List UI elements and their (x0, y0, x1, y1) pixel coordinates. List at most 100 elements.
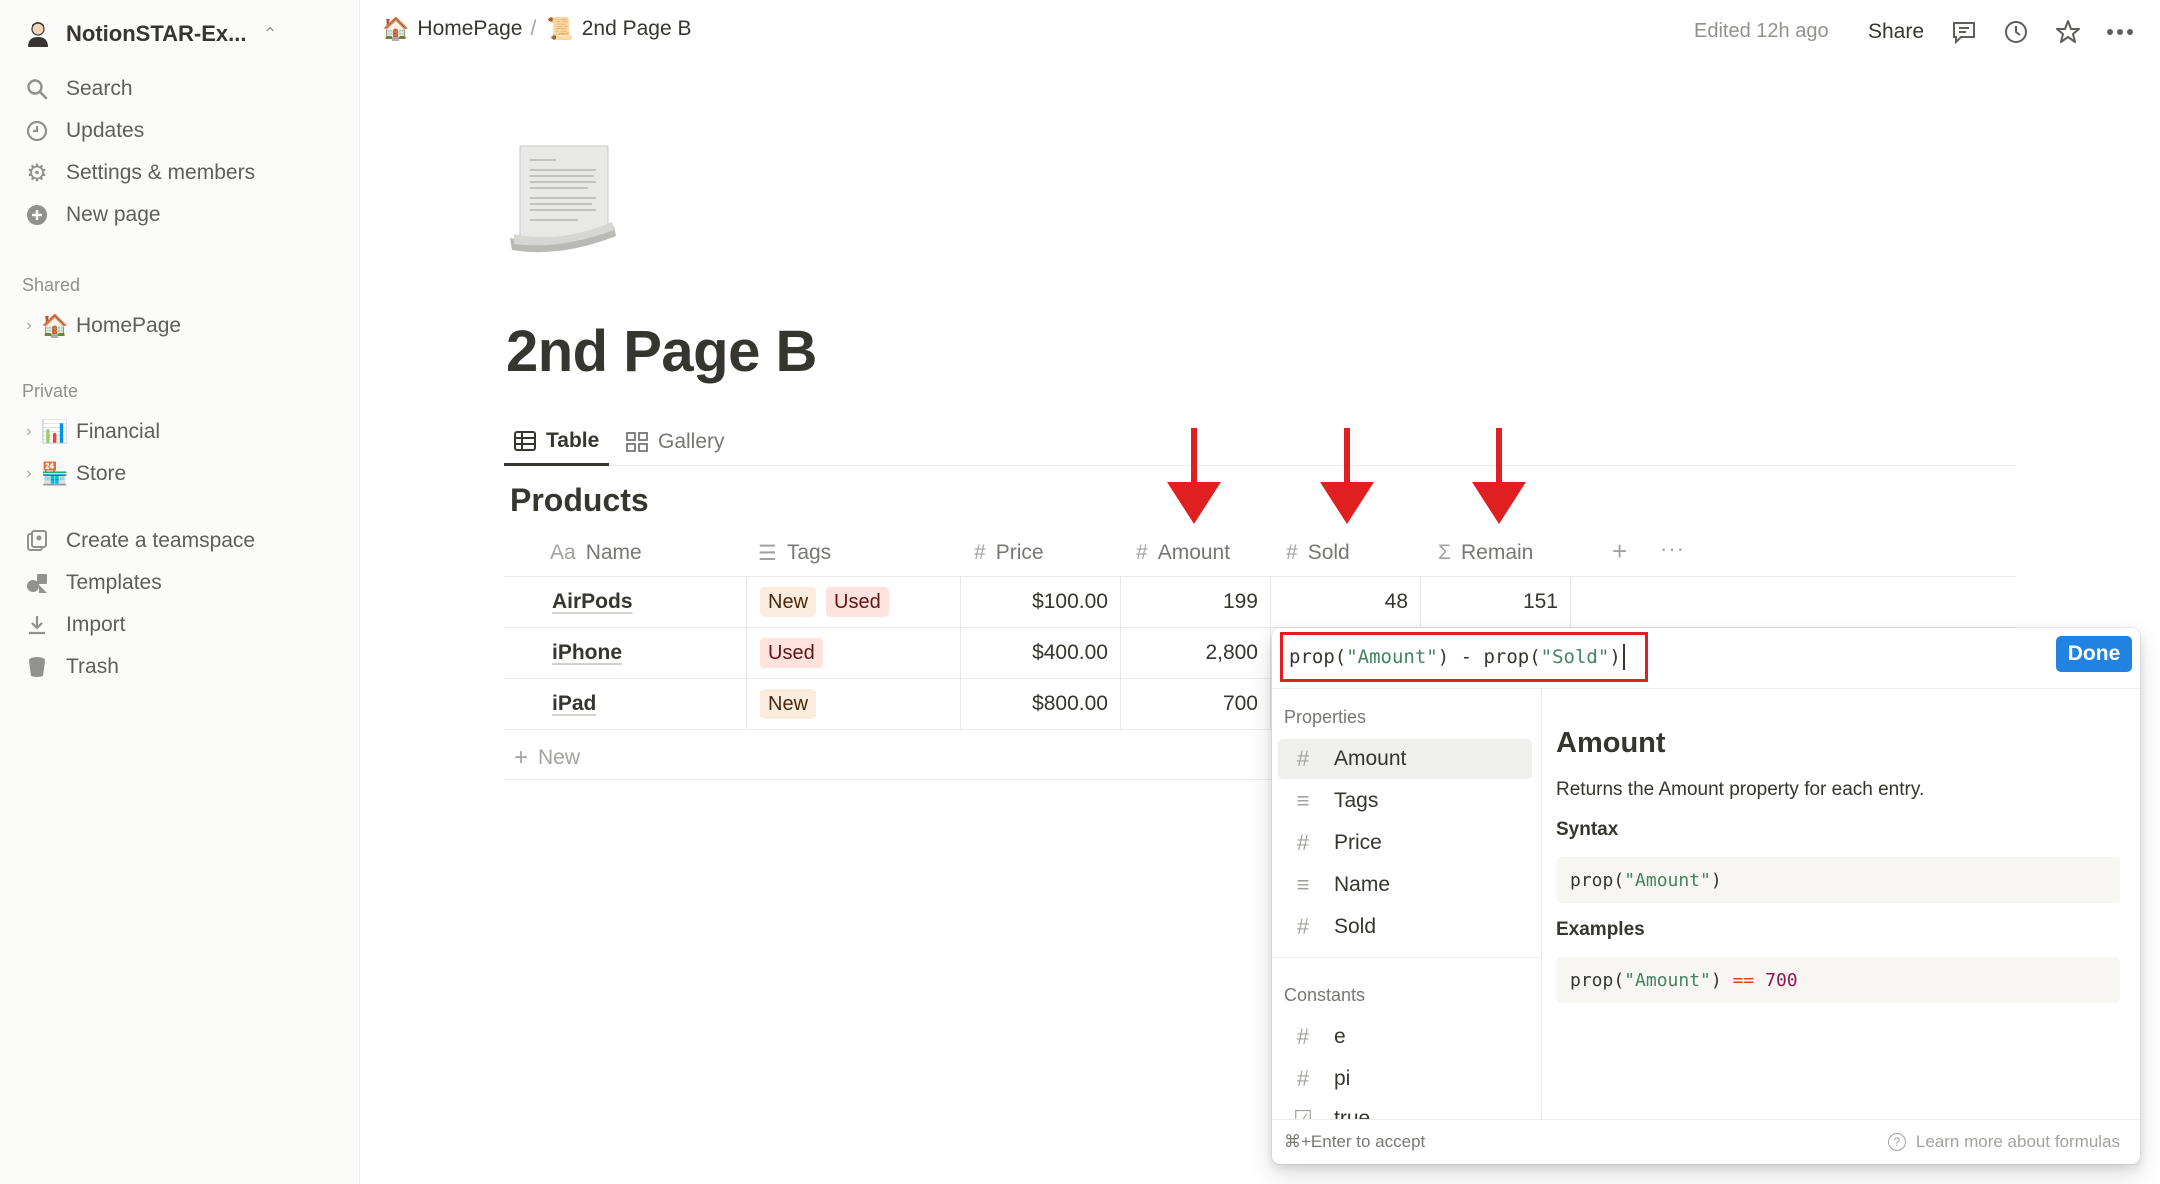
database-title[interactable]: Products (510, 482, 649, 519)
table-cell-name[interactable]: AirPods (552, 577, 633, 627)
sidebar-page-financial[interactable]: › 📊 Financial (18, 412, 160, 452)
chevron-right-icon[interactable]: › (18, 465, 40, 483)
suggestion-amount[interactable]: # Amount (1278, 739, 1532, 779)
column-header-price[interactable]: # Price (974, 530, 1044, 576)
breadcrumb-current-page[interactable]: 2nd Page B (582, 17, 692, 41)
suggestion-label: Price (1334, 831, 1382, 854)
done-button[interactable]: Done (2056, 636, 2132, 672)
chevron-right-icon[interactable]: › (18, 317, 40, 335)
table-cell-price[interactable]: $800.00 (960, 679, 1108, 729)
sidebar-page-homepage[interactable]: › 🏠 HomePage (18, 306, 181, 346)
sidebar-item-label: Create a teamspace (66, 529, 256, 552)
table-cell-tags[interactable]: New Used (760, 577, 899, 627)
tag-new: New (760, 587, 817, 617)
table-icon (514, 430, 536, 451)
sidebar-item-updates[interactable]: Updates (22, 111, 144, 151)
history-clock-icon[interactable] (2000, 16, 2032, 48)
chevron-right-icon[interactable]: › (18, 423, 40, 441)
help-icon: ? (1887, 1133, 1906, 1151)
teamspace-icon (22, 526, 52, 556)
sidebar-item-import[interactable]: Import (22, 605, 126, 645)
tab-table[interactable]: Table (504, 418, 610, 466)
breadcrumb: 🏠 HomePage / 📜 2nd Page B (382, 16, 691, 42)
formula-documentation: Amount Returns the Amount property for e… (1556, 689, 2126, 1119)
tag-new: New (760, 689, 817, 719)
column-header-remain[interactable]: Σ Remain (1438, 530, 1533, 576)
text-lines-icon: ≡ (1296, 872, 1310, 897)
suggestion-sold[interactable]: # Sold (1278, 907, 1532, 947)
workspace-switcher[interactable]: NotionSTAR-Ex... ⌃ (24, 14, 278, 54)
learn-more-label: Learn more about formulas (1915, 1132, 2120, 1151)
sidebar-item-new-page[interactable]: New page (22, 195, 161, 235)
sidebar-item-label: Import (66, 613, 126, 636)
house-icon: 🏠 (382, 16, 410, 41)
add-property-icon[interactable]: + (1612, 536, 1627, 567)
suggestion-true[interactable]: ☑ true (1278, 1099, 1532, 1119)
comment-icon[interactable] (1948, 16, 1980, 48)
formula-input[interactable]: prop("Amount") - prop("Sold") (1280, 632, 1648, 682)
doc-description: Returns the Amount property for each ent… (1556, 779, 1925, 800)
column-header-tags[interactable]: ☰ Tags (758, 530, 831, 576)
sidebar-item-trash[interactable]: Trash (22, 647, 119, 687)
page-title[interactable]: 2nd Page B (506, 318, 817, 385)
table-cell-amount[interactable]: 199 (1120, 577, 1258, 627)
table-cell-price[interactable]: $100.00 (960, 577, 1108, 627)
suggestion-name[interactable]: ≡ Name (1278, 865, 1532, 905)
table-cell-name[interactable]: iPad (552, 679, 596, 729)
sidebar-item-search[interactable]: Search (22, 69, 133, 109)
formula-token: prop( (1289, 646, 1347, 668)
add-row-button[interactable]: + New (514, 738, 580, 778)
more-options-icon[interactable]: ··· (1660, 536, 1685, 562)
constants-header: Constants (1284, 985, 1366, 1005)
column-header-sold[interactable]: # Sold (1286, 530, 1350, 576)
shared-section-header: Shared (22, 275, 81, 295)
column-header-name[interactable]: Aa Name (550, 530, 642, 576)
code-number: 700 (1754, 969, 1798, 991)
table-cell-name[interactable]: iPhone (552, 628, 622, 678)
suggestion-pi[interactable]: # pi (1278, 1059, 1532, 1099)
column-label: Sold (1307, 541, 1350, 564)
table-cell-sold[interactable]: 48 (1270, 577, 1408, 627)
table-cell-amount[interactable]: 2,800 (1120, 628, 1258, 678)
download-icon (22, 610, 52, 640)
annotation-arrow-down-icon (1472, 428, 1526, 524)
column-label: Price (995, 541, 1044, 564)
number-icon: # (974, 541, 986, 564)
plus-icon: + (514, 744, 529, 771)
column-label: Tags (786, 541, 832, 564)
tab-gallery[interactable]: Gallery (626, 418, 725, 466)
suggestion-label: pi (1334, 1067, 1351, 1090)
table-cell-tags[interactable]: New (760, 679, 826, 729)
chevron-updown-icon[interactable]: ⌃ (262, 25, 277, 43)
scroll-icon: 📜 (546, 16, 574, 41)
code-token: ) (1710, 869, 1722, 891)
breadcrumb-homepage[interactable]: HomePage (417, 17, 522, 41)
sidebar-item-templates[interactable]: Templates (22, 563, 162, 603)
table-cell-remain[interactable]: 151 (1420, 577, 1558, 627)
number-icon: # (1136, 541, 1148, 564)
share-button[interactable]: Share (1868, 20, 1924, 44)
formula-footer: ⌘+Enter to accept ? Learn more about for… (1272, 1119, 2140, 1164)
table-cell-amount[interactable]: 700 (1120, 679, 1258, 729)
clock-icon (22, 116, 52, 146)
private-section-header: Private (22, 381, 79, 401)
keyboard-hint: ⌘+Enter to accept (1284, 1132, 1426, 1151)
formula-editor-popup: prop("Amount") - prop("Sold") Done Prope… (1272, 628, 2140, 1164)
star-icon[interactable] (2052, 16, 2084, 48)
properties-header: Properties (1284, 707, 1367, 727)
sidebar-item-settings[interactable]: ⚙ Settings & members (22, 153, 255, 193)
table-cell-price[interactable]: $400.00 (960, 628, 1108, 678)
list-icon: ☰ (758, 541, 777, 565)
suggestion-tags[interactable]: ≡ Tags (1278, 781, 1532, 821)
edited-timestamp: Edited 12h ago (1694, 20, 1829, 42)
learn-more-link[interactable]: ? Learn more about formulas (1887, 1132, 2120, 1152)
table-cell-tags[interactable]: Used (760, 628, 833, 678)
suggestion-e[interactable]: # e (1278, 1017, 1532, 1057)
more-options-icon[interactable] (2104, 16, 2136, 48)
sidebar-page-store[interactable]: › 🏪 Store (18, 454, 126, 494)
column-label: Remain (1460, 541, 1534, 564)
sidebar-item-create-teamspace[interactable]: Create a teamspace (22, 521, 255, 561)
column-header-amount[interactable]: # Amount (1136, 530, 1230, 576)
page-scroll-icon[interactable] (508, 142, 618, 254)
suggestion-price[interactable]: # Price (1278, 823, 1532, 863)
